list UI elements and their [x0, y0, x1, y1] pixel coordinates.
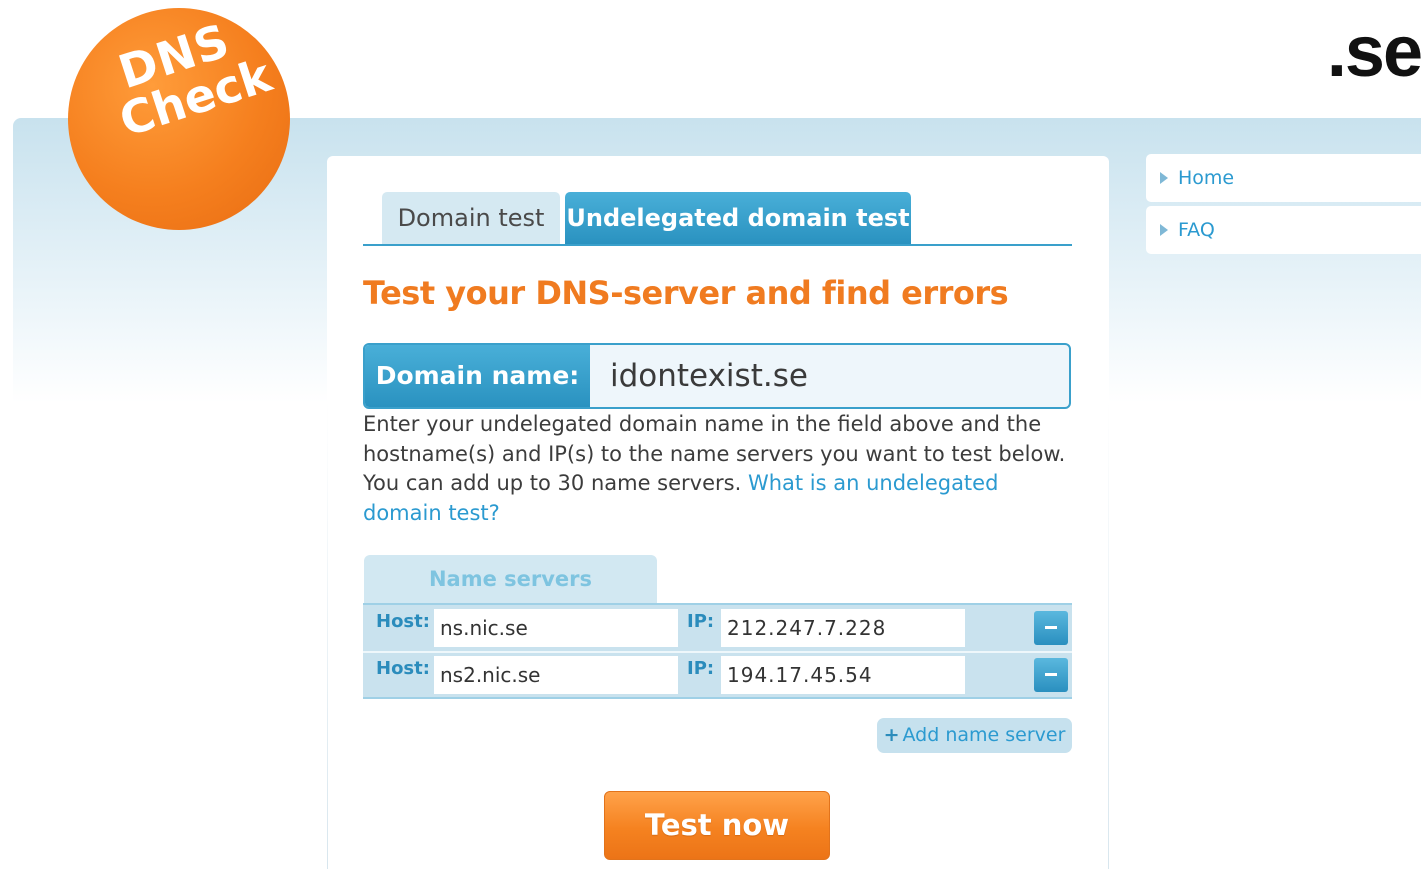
panel-edge-right: [1108, 400, 1109, 869]
plus-icon: +: [883, 724, 900, 746]
page-title: Test your DNS-server and find errors: [363, 274, 1009, 312]
triangle-right-icon: [1160, 172, 1168, 184]
help-text: Enter your undelegated domain name in th…: [363, 410, 1075, 528]
name-server-row: Host: IP:: [363, 607, 1072, 651]
tab-domain-test[interactable]: Domain test: [382, 192, 560, 244]
panel-edge-left: [327, 400, 328, 869]
remove-name-server-button[interactable]: [1034, 658, 1068, 692]
row-divider: [363, 651, 1072, 653]
add-name-server-label: Add name server: [902, 724, 1066, 746]
ip-label: IP:: [687, 658, 715, 679]
name-server-row: Host: IP:: [363, 654, 1072, 698]
triangle-right-icon: [1160, 224, 1168, 236]
minus-icon: [1045, 673, 1057, 676]
name-servers-heading: Name servers: [364, 555, 657, 603]
domain-name-input[interactable]: [592, 345, 1069, 407]
nav-item-label: FAQ: [1178, 219, 1215, 241]
add-name-server-button[interactable]: + Add name server: [877, 718, 1072, 753]
host-label: Host:: [376, 611, 430, 632]
name-servers-table: Host: IP: Host: IP:: [363, 603, 1072, 699]
test-type-tabs: Domain test Undelegated domain test: [363, 191, 1072, 246]
nav-item-faq[interactable]: FAQ: [1146, 206, 1421, 254]
nav-item-label: Home: [1178, 167, 1235, 189]
ip-input[interactable]: [721, 609, 965, 647]
ip-input[interactable]: [721, 656, 965, 694]
host-input[interactable]: [434, 609, 678, 647]
tab-undelegated-domain-test[interactable]: Undelegated domain test: [565, 192, 911, 244]
logo-text: DNS Check: [100, 8, 278, 147]
dns-check-logo[interactable]: DNS Check: [68, 8, 290, 230]
se-brand-mark: .se: [1326, 12, 1421, 92]
host-input[interactable]: [434, 656, 678, 694]
ip-label: IP:: [687, 611, 715, 632]
nav-item-home[interactable]: Home: [1146, 154, 1421, 202]
test-now-button[interactable]: Test now: [604, 791, 830, 860]
domain-name-field-group: Domain name:: [363, 343, 1071, 409]
remove-name-server-button[interactable]: [1034, 611, 1068, 645]
minus-icon: [1045, 626, 1057, 629]
host-label: Host:: [376, 658, 430, 679]
domain-name-label: Domain name:: [365, 345, 590, 407]
side-navigation: Home FAQ: [1146, 154, 1421, 258]
